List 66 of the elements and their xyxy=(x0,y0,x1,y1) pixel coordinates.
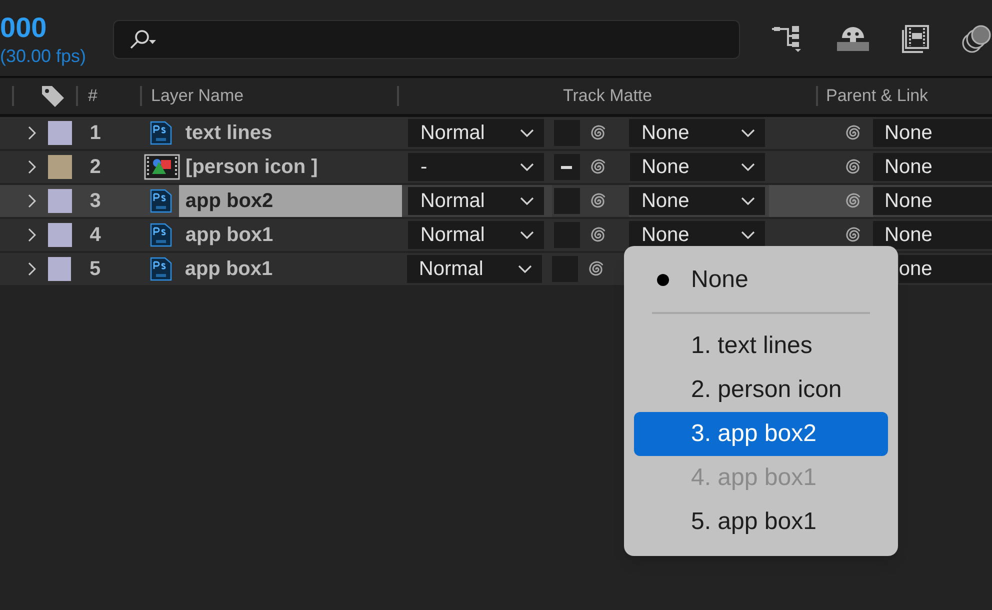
photoshop-file-icon xyxy=(150,257,172,281)
chevron-down-icon xyxy=(520,231,534,239)
timecode[interactable]: 000 xyxy=(0,10,108,46)
parent-link-column-header[interactable]: Parent & Link xyxy=(826,83,928,109)
chevron-down-icon xyxy=(740,231,755,239)
tag-icon[interactable] xyxy=(40,83,66,109)
chevron-down-icon xyxy=(740,197,755,205)
photoshop-file-icon xyxy=(150,121,172,145)
layer-name[interactable]: app box1 xyxy=(178,253,401,285)
mode-dropdown[interactable]: Normal xyxy=(408,221,544,249)
layer-number: 4 xyxy=(90,223,102,248)
parent-dropdown[interactable]: None xyxy=(872,221,992,249)
parent-dropdown[interactable]: None xyxy=(872,187,992,215)
layer-number: 3 xyxy=(90,189,102,214)
matte-checkbox[interactable] xyxy=(554,154,580,180)
search-field[interactable] xyxy=(112,20,740,59)
chevron-down-icon xyxy=(740,129,755,137)
track-matte-dropdown[interactable]: None xyxy=(630,153,766,181)
parent-dropdown[interactable]: None xyxy=(872,119,992,147)
footage-icon xyxy=(144,154,180,180)
parent-dropdown[interactable]: one xyxy=(898,255,992,283)
matte-checkbox[interactable] xyxy=(554,188,580,214)
track-matte-dropdown[interactable]: None xyxy=(629,187,765,215)
track-matte-dropdown[interactable]: None xyxy=(629,119,765,147)
mode-dropdown[interactable]: - xyxy=(408,153,544,181)
label-swatch[interactable] xyxy=(48,189,72,213)
chevron-right-icon[interactable] xyxy=(28,228,36,242)
label-swatch[interactable] xyxy=(48,155,72,179)
chevron-down-icon xyxy=(520,163,534,171)
film-icon[interactable] xyxy=(900,25,930,53)
chevron-down-icon xyxy=(518,265,532,273)
chevron-right-icon[interactable] xyxy=(28,194,36,208)
menu-item[interactable]: 3. app box2 xyxy=(634,412,888,456)
layer-number: 5 xyxy=(89,257,102,282)
layer-number: 2 xyxy=(90,155,102,180)
label-swatch[interactable] xyxy=(48,223,72,247)
label-swatch[interactable] xyxy=(48,257,72,281)
label-swatch[interactable] xyxy=(48,121,72,145)
frame-rate: (30.00 fps) xyxy=(0,46,88,66)
layered-circles-icon[interactable] xyxy=(960,24,992,54)
layer-name-column-header[interactable]: Layer Name xyxy=(151,83,397,109)
chevron-right-icon[interactable] xyxy=(28,160,36,174)
number-column-header[interactable]: # xyxy=(88,83,140,109)
photoshop-file-icon xyxy=(150,189,172,213)
chevron-right-icon[interactable] xyxy=(28,126,36,140)
layer-name[interactable]: app box1 xyxy=(179,219,402,251)
layer-name[interactable]: text lines xyxy=(179,117,402,149)
mixed-dash-icon xyxy=(561,166,572,168)
photoshop-file-icon xyxy=(150,223,172,247)
chevron-down-icon xyxy=(741,163,756,171)
menu-item[interactable]: 5. app box1 xyxy=(634,500,888,544)
chevron-right-icon[interactable] xyxy=(28,262,36,276)
track-matte-column-header[interactable]: Track Matte xyxy=(563,83,816,109)
parent-dropdown[interactable]: None xyxy=(872,153,992,181)
layer-number: 1 xyxy=(90,121,102,146)
menu-item[interactable]: 1. text lines xyxy=(634,324,888,368)
stamp-icon[interactable] xyxy=(836,26,870,52)
layer-name[interactable]: app box2 xyxy=(179,185,402,217)
layer-name[interactable]: [person icon ] xyxy=(180,151,402,183)
menu-item[interactable]: 2. person icon xyxy=(634,368,888,412)
chevron-down-icon xyxy=(520,197,534,205)
mode-dropdown[interactable]: Normal xyxy=(408,119,544,147)
mode-dropdown[interactable]: Normal xyxy=(408,187,544,215)
menu-item[interactable]: None xyxy=(634,258,888,302)
chevron-down-icon xyxy=(520,129,534,137)
mode-dropdown[interactable]: Normal xyxy=(406,255,542,283)
